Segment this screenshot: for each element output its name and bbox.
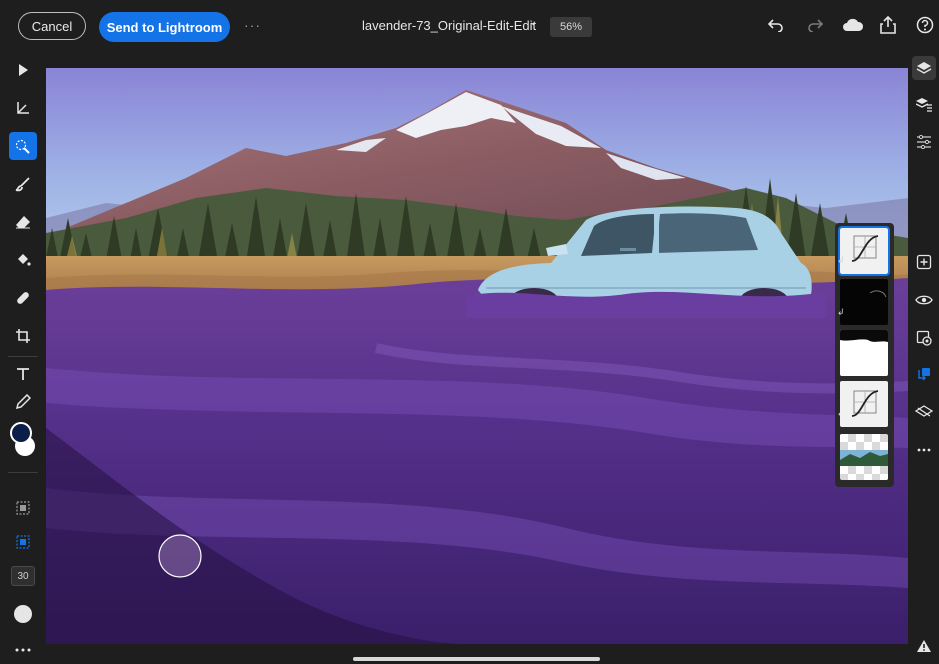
layer-photo[interactable] (840, 434, 888, 480)
right-panel (908, 54, 939, 662)
healing-brush-tool-icon[interactable] (9, 284, 37, 312)
brush-size-field[interactable]: 30 (11, 566, 35, 586)
cancel-button[interactable]: Cancel (18, 12, 86, 40)
layer-style-icon[interactable] (912, 400, 936, 424)
photo-image (46, 68, 908, 644)
more-options-button[interactable]: ··· (244, 17, 261, 33)
layer-curves-adjustment[interactable] (838, 226, 890, 276)
layer-mask-white[interactable] (840, 330, 888, 376)
document-title[interactable]: lavender-73_Original-Edit-Edit (362, 18, 536, 33)
color-swatches[interactable] (10, 422, 38, 460)
mask-icon[interactable] (912, 326, 936, 350)
clipping-mask-icon[interactable] (912, 362, 936, 386)
move-tool-icon[interactable] (9, 56, 37, 84)
warning-icon[interactable] (912, 634, 936, 658)
layers-icon[interactable] (912, 56, 936, 80)
adjustments-icon[interactable] (912, 130, 936, 154)
home-indicator[interactable] (353, 657, 600, 661)
eyedropper-tool-icon[interactable] (9, 388, 37, 416)
add-layer-icon[interactable] (912, 250, 936, 274)
layer-curves-adjustment-2[interactable] (840, 381, 888, 427)
document-canvas[interactable] (46, 68, 908, 644)
selection-options-icon[interactable] (9, 494, 37, 522)
tools-divider (8, 472, 38, 473)
crop-tool-icon[interactable] (9, 322, 37, 350)
layers-panel: ↲ ↲ ↲ (835, 223, 894, 487)
tools-divider (8, 356, 38, 357)
undo-icon[interactable] (765, 14, 787, 36)
foreground-color-swatch[interactable] (10, 422, 32, 444)
add-to-selection-icon[interactable] (9, 528, 37, 556)
brush-hardness-icon[interactable] (9, 600, 37, 628)
redo-icon[interactable] (804, 14, 826, 36)
quick-selection-tool-icon[interactable] (9, 132, 37, 160)
visibility-icon[interactable] (912, 288, 936, 312)
share-icon[interactable] (877, 14, 899, 36)
paint-bucket-tool-icon[interactable] (9, 246, 37, 274)
more-layer-options-icon[interactable] (912, 438, 936, 462)
chevron-down-icon[interactable]: ⌄ (529, 17, 537, 28)
brush-cursor (158, 534, 202, 578)
more-tools-icon[interactable] (9, 636, 37, 664)
send-to-lightroom-button[interactable]: Send to Lightroom (99, 12, 230, 42)
cloud-icon[interactable] (842, 14, 864, 36)
select-tool-icon[interactable] (9, 94, 37, 122)
help-icon[interactable] (914, 14, 936, 36)
zoom-level[interactable]: 56% (550, 17, 592, 37)
brush-tool-icon[interactable] (9, 170, 37, 198)
layer-mask-black[interactable] (840, 279, 888, 325)
clip-indicator-icon: ↲ (837, 307, 845, 317)
eraser-tool-icon[interactable] (9, 208, 37, 236)
tools-panel: 30 (0, 54, 46, 662)
top-bar: Cancel Send to Lightroom ··· lavender-73… (0, 0, 939, 54)
type-tool-icon[interactable] (9, 360, 37, 388)
layer-properties-icon[interactable] (912, 92, 936, 116)
clip-indicator-icon: ↲ (837, 255, 845, 265)
